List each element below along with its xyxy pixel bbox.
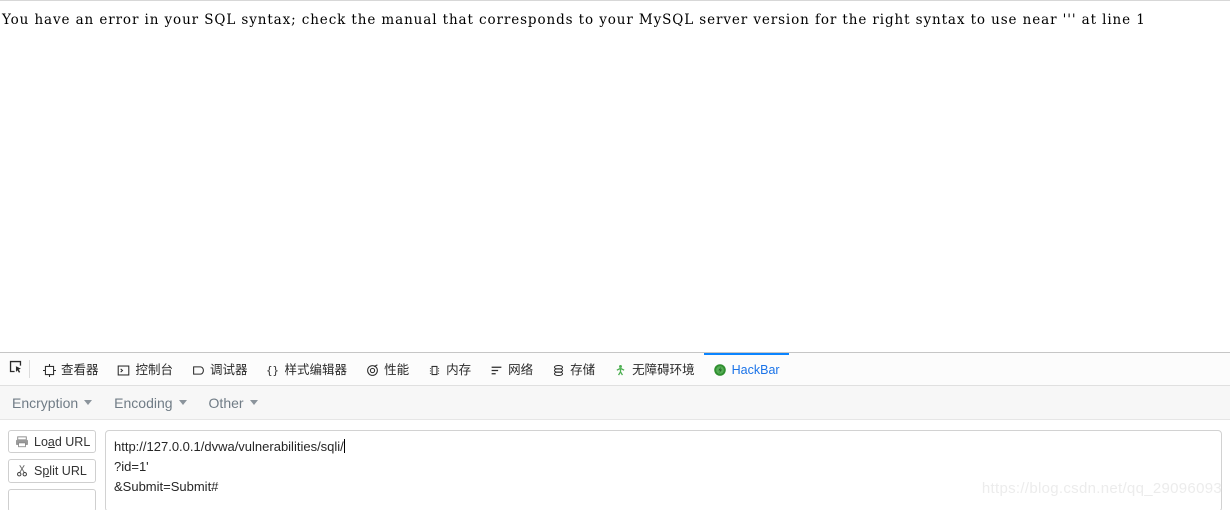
console-icon — [117, 363, 131, 377]
tab-console[interactable]: 控制台 — [108, 353, 183, 385]
tab-label: 调试器 — [210, 362, 248, 377]
tab-style-editor[interactable]: {} 样式编辑器 — [257, 353, 357, 385]
hackbar-icon — [713, 363, 727, 377]
url-line-3: &Submit=Submit# — [114, 479, 219, 494]
hackbar-body: Load URL Split URL http://127.0.0.1/dvwa… — [0, 420, 1230, 510]
memory-icon — [427, 363, 441, 377]
menu-encryption[interactable]: Encryption — [12, 394, 93, 411]
hackbar-menubar: Encryption Encoding Other — [0, 386, 1230, 420]
tab-label: 无障碍环境 — [632, 362, 695, 377]
tab-hackbar[interactable]: HackBar — [703, 353, 789, 385]
menu-other[interactable]: Other — [209, 395, 258, 411]
menu-label: Other — [208, 394, 244, 411]
tab-label: 性能 — [384, 362, 410, 377]
menu-label: Encoding — [114, 394, 173, 411]
debugger-icon — [191, 363, 205, 377]
performance-icon — [365, 363, 379, 377]
tab-inspector[interactable]: 查看器 — [33, 353, 108, 385]
toolbar-divider — [29, 360, 30, 378]
storage-icon — [551, 363, 565, 377]
browser-page-viewport: You have an error in your SQL syntax; ch… — [0, 0, 1230, 352]
load-url-button[interactable]: Load URL — [8, 430, 96, 454]
tab-label: 内存 — [446, 362, 472, 377]
devtools-panel: 查看器 控制台 调试器 {} 样式编辑器 性能 内存 网络 存储 无障碍环境 H… — [0, 352, 1230, 510]
chevron-down-icon — [178, 400, 187, 405]
url-line-2: ?id=1' — [114, 459, 149, 474]
tab-performance[interactable]: 性能 — [356, 353, 418, 385]
element-picker-button[interactable] — [2, 353, 28, 385]
third-action-button-partial[interactable] — [8, 488, 96, 510]
chevron-down-icon — [84, 400, 93, 405]
hackbar-action-buttons: Load URL Split URL — [8, 430, 96, 510]
tab-label: 控制台 — [135, 362, 174, 377]
split-url-icon — [15, 464, 29, 478]
tab-label: 网络 — [508, 362, 534, 377]
tab-debugger[interactable]: 调试器 — [182, 353, 257, 385]
style-editor-icon: {} — [266, 363, 280, 377]
chevron-down-icon — [249, 400, 258, 405]
load-url-label: Load URL — [34, 434, 91, 449]
split-url-label: Split URL — [34, 463, 87, 478]
tab-label: HackBar — [731, 362, 780, 377]
split-url-button[interactable]: Split URL — [8, 459, 96, 483]
url-textarea[interactable]: http://127.0.0.1/dvwa/vulnerabilities/sq… — [105, 430, 1222, 510]
tab-network[interactable]: 网络 — [480, 353, 542, 385]
devtools-toolbar: 查看器 控制台 调试器 {} 样式编辑器 性能 内存 网络 存储 无障碍环境 H… — [0, 353, 1230, 386]
tab-label: 查看器 — [61, 362, 99, 377]
devtools-tab-list: 查看器 控制台 调试器 {} 样式编辑器 性能 内存 网络 存储 无障碍环境 H… — [33, 353, 789, 385]
network-icon — [489, 363, 503, 377]
menu-encoding[interactable]: Encoding — [114, 394, 187, 411]
url-line-1: http://127.0.0.1/dvwa/vulnerabilities/sq… — [114, 439, 344, 454]
svg-text:{}: {} — [266, 364, 279, 376]
sql-error-message: You have an error in your SQL syntax; ch… — [2, 12, 1146, 28]
tab-label: 存储 — [570, 362, 596, 377]
tab-storage[interactable]: 存储 — [542, 353, 604, 385]
tab-accessibility[interactable]: 无障碍环境 — [604, 353, 704, 385]
element-picker-icon — [8, 359, 23, 379]
text-cursor — [343, 439, 345, 453]
load-url-icon — [15, 435, 29, 449]
accessibility-icon — [613, 363, 627, 377]
menu-label: Encryption — [12, 394, 79, 411]
tab-label: 样式编辑器 — [284, 362, 348, 377]
tab-memory[interactable]: 内存 — [418, 353, 480, 385]
inspector-icon — [42, 363, 56, 377]
